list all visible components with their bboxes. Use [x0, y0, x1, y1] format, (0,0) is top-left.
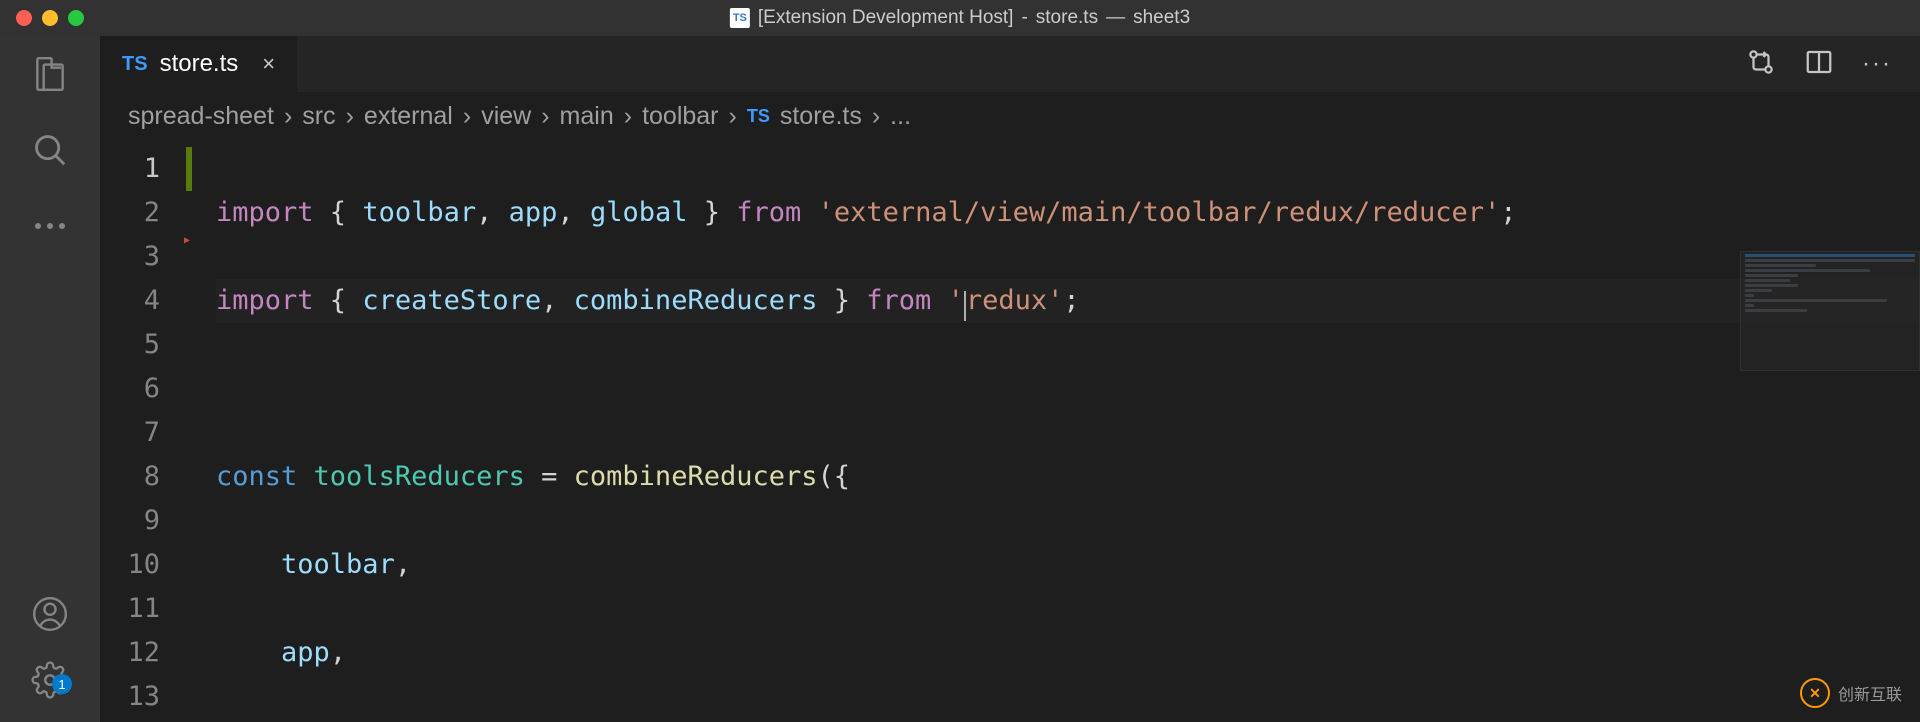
bc-item[interactable]: store.ts: [780, 102, 862, 131]
tab-store-ts[interactable]: TS store.ts ×: [100, 36, 298, 92]
title-dash: -: [1021, 7, 1027, 29]
title-sep: —: [1106, 7, 1125, 29]
line-gutter: ▶ 1 2 3 4 5 6 7 8 9 10 11 12 13: [100, 141, 188, 722]
title-project: sheet3: [1133, 7, 1190, 29]
code-editor[interactable]: import { toolbar, app, global } from 'ex…: [188, 141, 1920, 722]
tab-label: store.ts: [160, 50, 239, 78]
ts-lang-icon: TS: [747, 106, 770, 127]
bc-item[interactable]: toolbar: [642, 102, 718, 131]
bc-item[interactable]: spread-sheet: [128, 102, 274, 131]
line-number[interactable]: 6: [100, 367, 160, 411]
settings-badge: 1: [52, 674, 72, 694]
bc-item[interactable]: view: [481, 102, 531, 131]
window-controls: [0, 10, 84, 26]
line-number[interactable]: 13: [100, 675, 160, 719]
minimize-window-button[interactable]: [42, 10, 58, 26]
line-number[interactable]: 10: [100, 543, 160, 587]
code-line: import { createStore, combineReducers } …: [216, 279, 1920, 323]
close-tab-icon[interactable]: ×: [262, 51, 275, 77]
line-number[interactable]: 2: [100, 191, 160, 235]
title-bar: TS [Extension Development Host] - store.…: [0, 0, 1920, 36]
code-line: const toolsReducers = combineReducers({: [216, 455, 1920, 499]
line-number[interactable]: 4: [100, 279, 160, 323]
more-actions-icon[interactable]: ···: [1862, 50, 1892, 78]
tab-bar: TS store.ts × ···: [100, 36, 1920, 92]
explorer-icon[interactable]: [30, 54, 70, 94]
code-line: [216, 367, 1920, 411]
activity-bar: 1: [0, 36, 100, 722]
maximize-window-button[interactable]: [68, 10, 84, 26]
minimap[interactable]: [1740, 251, 1920, 371]
editor-area: TS store.ts × ··· spread-sheet› src› ext…: [100, 36, 1920, 722]
line-number[interactable]: 5: [100, 323, 160, 367]
line-number[interactable]: 1: [100, 147, 160, 191]
line-number[interactable]: 11: [100, 587, 160, 631]
bc-item[interactable]: external: [364, 102, 453, 131]
bc-item[interactable]: main: [560, 102, 614, 131]
line-number[interactable]: 9: [100, 499, 160, 543]
line-number[interactable]: 12: [100, 631, 160, 675]
close-window-button[interactable]: [16, 10, 32, 26]
bc-item[interactable]: src: [302, 102, 335, 131]
split-editor-icon[interactable]: [1804, 47, 1834, 82]
code-line: app,: [216, 631, 1920, 675]
title-file: store.ts: [1036, 7, 1098, 29]
watermark-icon: ✕: [1800, 678, 1830, 708]
ts-file-icon: TS: [730, 8, 750, 28]
bc-item[interactable]: ...: [890, 102, 911, 131]
ts-lang-icon: TS: [122, 53, 148, 76]
code-line: toolbar,: [216, 543, 1920, 587]
more-icon[interactable]: [30, 206, 70, 246]
line-number[interactable]: 3: [100, 235, 160, 279]
settings-gear-icon[interactable]: 1: [30, 660, 70, 700]
code-line: import { toolbar, app, global } from 'ex…: [216, 191, 1920, 235]
window-title: TS [Extension Development Host] - store.…: [730, 7, 1190, 29]
line-number[interactable]: 7: [100, 411, 160, 455]
watermark-text: 创新互联: [1838, 681, 1902, 705]
title-prefix: [Extension Development Host]: [758, 7, 1014, 29]
watermark: ✕ 创新互联: [1800, 678, 1902, 708]
line-number[interactable]: 8: [100, 455, 160, 499]
breadcrumbs[interactable]: spread-sheet› src› external› view› main›…: [100, 92, 1920, 141]
search-icon[interactable]: [30, 130, 70, 170]
editor-actions: ···: [1746, 36, 1920, 92]
compare-icon[interactable]: [1746, 47, 1776, 82]
account-icon[interactable]: [30, 594, 70, 634]
